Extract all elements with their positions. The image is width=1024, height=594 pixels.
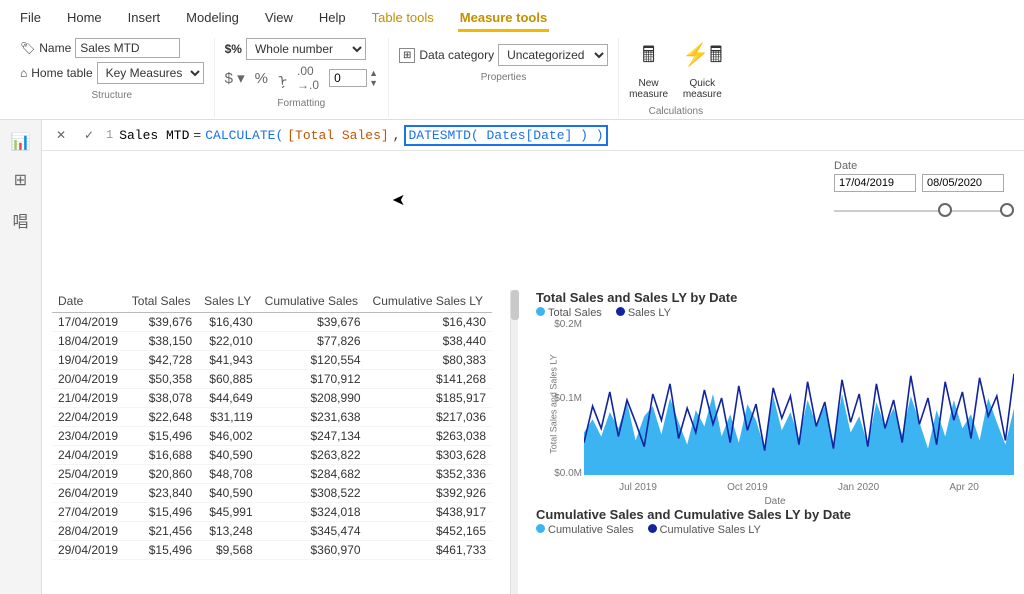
table-row: 24/04/2019$16,688$40,590$263,822$303,628 bbox=[52, 446, 492, 465]
date-slicer: Date bbox=[834, 160, 1014, 212]
date-from-input[interactable] bbox=[834, 174, 916, 192]
ribbon: 🏷 Name ⌂ Home table Key Measures Structu… bbox=[0, 32, 1024, 120]
group-formatting: $% Whole number $ ▾ % ᠨ .00→.0 ▲▼ Format… bbox=[215, 38, 389, 117]
report-canvas: ✕ ✓ 1 Sales MTD = CALCULATE( [Total Sale… bbox=[42, 120, 1024, 594]
tab-measure-tools[interactable]: Measure tools bbox=[458, 4, 549, 32]
tab-file[interactable]: File bbox=[18, 4, 43, 32]
tab-home[interactable]: Home bbox=[65, 4, 104, 32]
model-view-button[interactable]: 唱 bbox=[11, 208, 31, 228]
chart2-title: Cumulative Sales and Cumulative Sales LY… bbox=[536, 507, 1014, 522]
calculator-icon: 🖩 bbox=[642, 38, 655, 76]
table-row: 26/04/2019$23,840$40,590$308,522$392,926 bbox=[52, 484, 492, 503]
category-icon: ⊞ bbox=[399, 48, 415, 63]
table-row: 21/04/2019$38,078$44,649$208,990$185,917 bbox=[52, 389, 492, 408]
formula-bar: ✕ ✓ 1 Sales MTD = CALCULATE( [Total Sale… bbox=[42, 120, 1024, 151]
tab-modeling[interactable]: Modeling bbox=[184, 4, 241, 32]
group-properties: ⊞ Data category Uncategorized Properties bbox=[389, 38, 619, 117]
formula-input[interactable]: Sales MTD = CALCULATE( [Total Sales], DA… bbox=[119, 125, 607, 146]
home-icon: ⌂ bbox=[20, 66, 27, 80]
legend2-dot-a-icon bbox=[536, 524, 545, 533]
quick-measure-button[interactable]: ⚡🖩 Quick measure bbox=[682, 38, 723, 100]
comma-button[interactable]: ᠨ bbox=[278, 65, 287, 91]
new-measure-button[interactable]: 🖩 New measure bbox=[629, 38, 668, 100]
group-structure-label: Structure bbox=[92, 90, 133, 101]
legend-dot-b-icon bbox=[616, 307, 625, 316]
home-table-label: Home table bbox=[31, 66, 92, 80]
decimal-button[interactable]: .00→.0 bbox=[297, 64, 319, 92]
decimals-input[interactable] bbox=[329, 69, 367, 87]
home-table-select[interactable]: Key Measures bbox=[97, 62, 204, 84]
group-properties-label: Properties bbox=[481, 72, 527, 83]
chart1-plot bbox=[584, 323, 1014, 475]
table-row: 27/04/2019$15,496$45,991$324,018$438,917 bbox=[52, 503, 492, 522]
legend-dot-a-icon bbox=[536, 307, 545, 316]
legend2-dot-b-icon bbox=[648, 524, 657, 533]
view-rail: 📊 ⊞ 唱 bbox=[0, 120, 42, 594]
percent-button[interactable]: % bbox=[255, 70, 268, 87]
group-calculations: 🖩 New measure ⚡🖩 Quick measure Calculati… bbox=[619, 38, 733, 117]
tab-view[interactable]: View bbox=[263, 4, 295, 32]
formula-highlighted: DATESMTD( Dates[Date] ) ) bbox=[404, 125, 607, 146]
table-row: 23/04/2019$15,496$46,002$247,134$263,038 bbox=[52, 427, 492, 446]
table-row: 22/04/2019$22,648$31,119$231,638$217,036 bbox=[52, 408, 492, 427]
table-header-row: DateTotal SalesSales LYCumulative SalesC… bbox=[52, 290, 492, 313]
group-formatting-label: Formatting bbox=[277, 98, 325, 109]
chart2-legend: Cumulative Sales Cumulative Sales LY bbox=[536, 524, 1014, 536]
workspace: 📊 ⊞ 唱 ✕ ✓ 1 Sales MTD = CALCULATE( [Tota… bbox=[0, 120, 1024, 594]
table-row: 20/04/2019$50,358$60,885$170,912$141,268 bbox=[52, 370, 492, 389]
data-view-button[interactable]: ⊞ bbox=[11, 170, 31, 190]
cancel-formula-button[interactable]: ✕ bbox=[50, 124, 72, 146]
table-row: 29/04/2019$15,496$9,568$360,970$461,733 bbox=[52, 541, 492, 560]
table-row: 19/04/2019$42,728$41,943$120,554$80,383 bbox=[52, 351, 492, 370]
currency-button[interactable]: $ ▾ bbox=[225, 69, 245, 87]
lightning-calculator-icon: ⚡🖩 bbox=[682, 38, 723, 76]
chart1-legend: Total Sales Sales LY bbox=[536, 307, 1014, 319]
chart1-xlabel: Date bbox=[764, 496, 785, 507]
name-label: Name bbox=[39, 41, 71, 55]
report-view-button[interactable]: 📊 bbox=[11, 132, 31, 152]
tab-table-tools[interactable]: Table tools bbox=[370, 4, 436, 32]
slider-handle-from[interactable] bbox=[938, 203, 952, 217]
slider-handle-to[interactable] bbox=[1000, 203, 1014, 217]
table-row: 25/04/2019$20,860$48,708$284,682$352,336 bbox=[52, 465, 492, 484]
table-row: 28/04/2019$21,456$13,248$345,474$452,165 bbox=[52, 522, 492, 541]
measure-name-input[interactable] bbox=[75, 38, 180, 58]
group-structure: 🏷 Name ⌂ Home table Key Measures Structu… bbox=[10, 38, 215, 117]
table-scrollbar[interactable] bbox=[510, 290, 518, 594]
format-select[interactable]: Whole number bbox=[246, 38, 366, 60]
group-calculations-label: Calculations bbox=[649, 106, 703, 117]
stepper-arrows-icon[interactable]: ▲▼ bbox=[369, 68, 378, 88]
tab-insert[interactable]: Insert bbox=[126, 4, 163, 32]
tab-help[interactable]: Help bbox=[317, 4, 348, 32]
commit-formula-button[interactable]: ✓ bbox=[78, 124, 100, 146]
chart-total-sales[interactable]: Total Sales and Sales LY by Date Total S… bbox=[536, 290, 1014, 493]
date-to-input[interactable] bbox=[922, 174, 1004, 192]
chart-cumulative-sales[interactable]: Cumulative Sales and Cumulative Sales LY… bbox=[536, 507, 1014, 540]
slicer-label: Date bbox=[834, 160, 1014, 172]
chart1-xticks: Jul 2019Oct 2019Jan 2020Apr 20 bbox=[584, 482, 1014, 493]
chart1-title: Total Sales and Sales LY by Date bbox=[536, 290, 1014, 305]
table-row: 18/04/2019$38,150$22,010$77,826$38,440 bbox=[52, 332, 492, 351]
formula-line-number: 1 bbox=[106, 128, 113, 142]
data-category-select[interactable]: Uncategorized bbox=[498, 44, 608, 66]
format-icon: $% bbox=[225, 42, 242, 56]
table-row: 17/04/2019$39,676$16,430$39,676$16,430 bbox=[52, 313, 492, 332]
date-slider[interactable] bbox=[834, 210, 1014, 212]
tag-icon: 🏷 bbox=[20, 41, 35, 55]
mouse-cursor-icon: ➤ bbox=[392, 190, 405, 210]
chart1-ylabel: Total Sales and Sales LY bbox=[549, 354, 559, 453]
data-table-visual[interactable]: DateTotal SalesSales LYCumulative SalesC… bbox=[52, 290, 492, 594]
ribbon-tabs: File Home Insert Modeling View Help Tabl… bbox=[0, 0, 1024, 32]
data-category-label: Data category bbox=[419, 48, 494, 62]
